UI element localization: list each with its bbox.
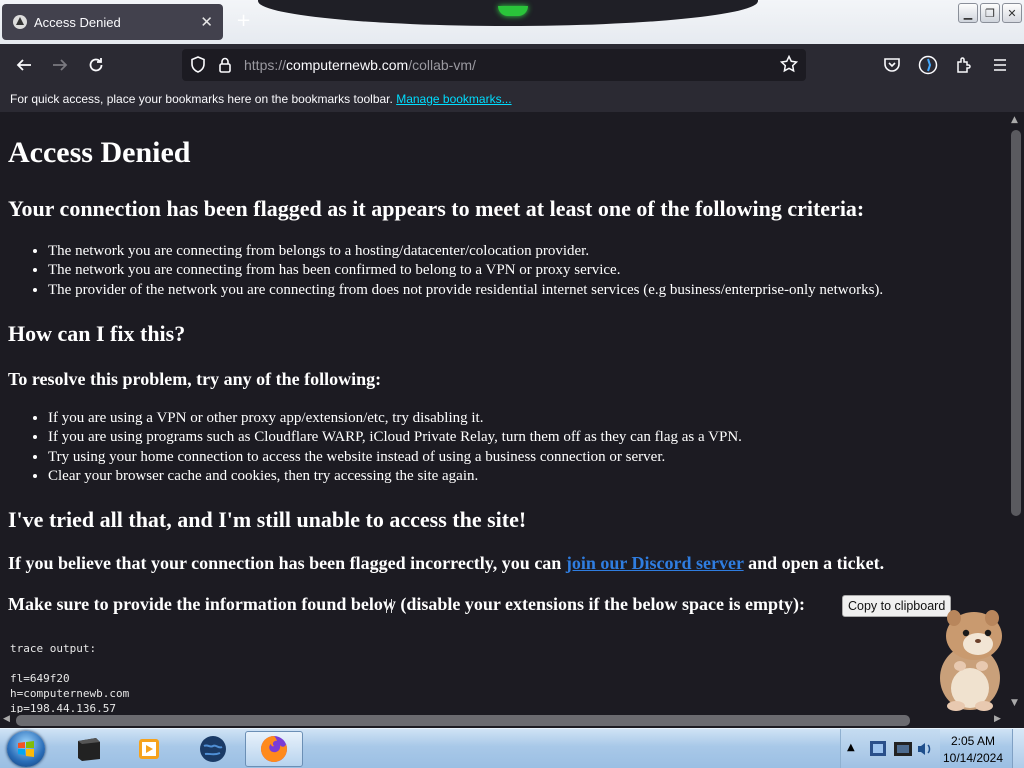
text-cursor [386,599,392,613]
site-favicon-icon [12,14,28,30]
extensions-icon[interactable] [954,55,974,75]
bookmark-star-icon[interactable] [779,54,799,77]
taskbar-firefox[interactable] [245,731,303,767]
tray-app-icon[interactable] [867,737,891,761]
fixes-list: If you are using a VPN or other proxy ap… [48,409,742,487]
url-path: /collab-vm/ [408,57,476,73]
tab-title: Access Denied [34,14,121,30]
forward-icon[interactable] [50,55,70,75]
tab-close-icon[interactable]: ✕ [200,13,213,31]
minimize-button[interactable]: ▁ [958,3,978,23]
info-paragraph: Make sure to provide the information fou… [8,594,806,614]
list-item: Try using your home connection to access… [48,448,742,467]
address-bar[interactable]: https://computernewb.com/collab-vm/ [182,49,806,81]
window-controls: ▁ ❐ ✕ [958,3,1022,23]
taskbar-clock[interactable]: 2:05 AM 10/14/2024 [940,733,1006,767]
title-bar-decoration [258,0,758,26]
account-icon[interactable] [918,55,938,75]
show-desktop-button[interactable] [1012,729,1024,768]
url-host: computernewb.com [286,57,409,73]
tracking-protection-shield-icon[interactable] [190,56,206,78]
lock-icon[interactable] [218,56,232,78]
clock-date: 10/14/2024 [942,751,1004,765]
taskbar-media-player[interactable] [120,731,178,767]
manage-bookmarks-link[interactable]: Manage bookmarks... [396,92,511,106]
resolve-heading: To resolve this problem, try any of the … [8,369,382,389]
criteria-list: The network you are connecting from belo… [48,242,883,300]
taskbar-terminal-app[interactable] [60,731,118,767]
bookmarks-toolbar: For quick access, place your bookmarks h… [0,86,1024,112]
firefox-icon [261,736,287,762]
scroll-down-icon[interactable]: ▼ [1011,698,1018,708]
back-icon[interactable] [14,55,34,75]
windows-logo-icon [18,741,34,757]
terminal-icon [78,738,100,761]
ticket-text-pre: If you believe that your connection has … [8,553,566,573]
restore-button[interactable]: ❐ [980,3,1000,23]
navigation-toolbar: https://computernewb.com/collab-vm/ [0,44,1024,86]
horizontal-scrollbar[interactable]: ◀ ▶ [0,713,1024,728]
media-player-icon [139,739,159,759]
url-text[interactable]: https://computernewb.com/collab-vm/ [244,57,476,73]
horizontal-scroll-thumb[interactable] [16,715,910,726]
globe-icon [200,736,226,762]
list-item: If you are using programs such as Cloudf… [48,428,742,447]
vertical-scroll-thumb[interactable] [1011,130,1021,516]
bookmarks-hint: For quick access, place your bookmarks h… [10,92,393,106]
list-item: If you are using a VPN or other proxy ap… [48,409,742,428]
network-icon[interactable] [891,737,915,761]
reload-icon[interactable] [86,55,106,75]
page-content: Access Denied Your connection has been f… [0,112,1007,713]
close-window-button[interactable]: ✕ [1002,3,1022,23]
vertical-scrollbar[interactable]: ▲ ▼ [1007,112,1024,713]
app-menu-icon[interactable] [990,55,1010,75]
tried-heading: I've tried all that, and I'm still unabl… [8,507,527,532]
list-item: Clear your browser cache and cookies, th… [48,467,742,486]
tab-access-denied[interactable]: Access Denied ✕ [2,4,223,40]
hamster-sticker-image [940,610,1002,711]
tab-strip: Access Denied ✕ + ▁ ❐ ✕ [0,0,1024,44]
system-tray: ▲ [840,729,940,768]
fix-heading: How can I fix this? [8,321,186,346]
list-item: The network you are connecting from belo… [48,242,883,261]
list-item: The network you are connecting from has … [48,261,883,280]
url-prefix: https:// [244,57,287,73]
scroll-left-icon[interactable]: ◀ [3,714,10,724]
new-tab-icon[interactable]: + [236,10,251,31]
trace-output: trace output: fl=649f20 h=computernewb.c… [10,642,130,713]
show-hidden-icons-icon[interactable]: ▲ [847,742,855,753]
criteria-heading: Your connection has been flagged as it a… [8,196,865,221]
pocket-icon[interactable] [882,55,902,75]
volume-icon[interactable] [915,739,935,759]
ticket-paragraph: If you believe that your connection has … [8,553,884,574]
page-title: Access Denied [8,136,191,169]
scroll-up-icon[interactable]: ▲ [1011,115,1018,125]
list-item: The provider of the network you are conn… [48,281,883,300]
scroll-right-icon[interactable]: ▶ [994,714,1001,724]
taskbar: ▲ 2:05 AM 10/14/2024 [0,728,1024,768]
discord-link[interactable]: join our Discord server [566,553,744,573]
taskbar-globe-browser[interactable] [184,731,242,767]
start-button[interactable] [7,731,45,767]
ticket-text-post: and open a ticket. [743,553,885,573]
clock-time: 2:05 AM [950,734,996,748]
